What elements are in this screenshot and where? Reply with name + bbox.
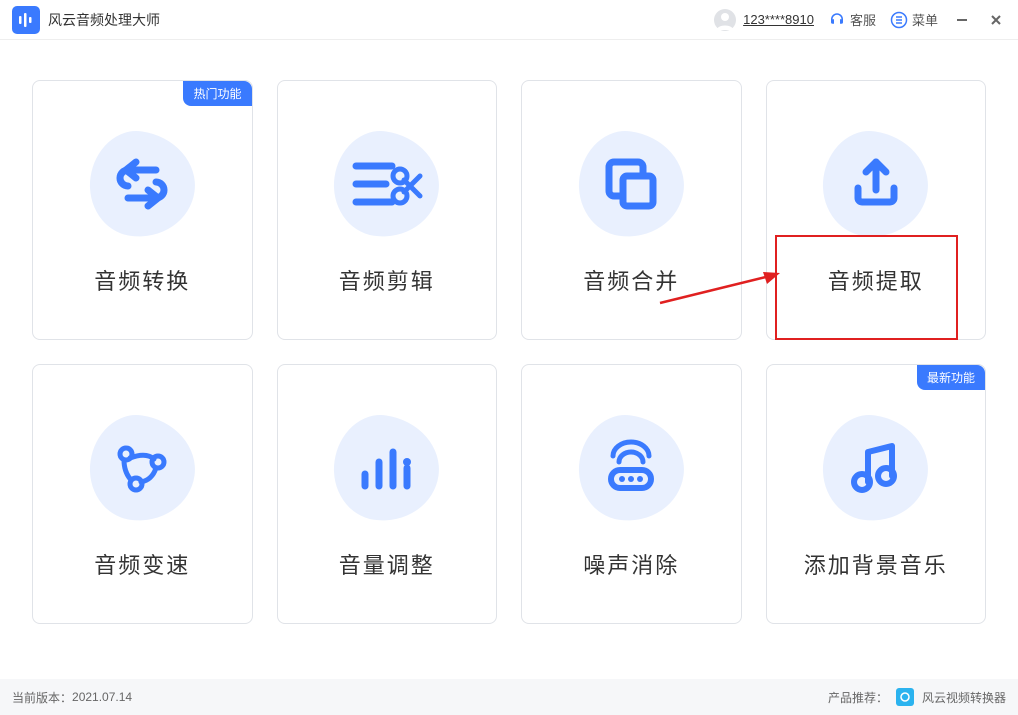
- recommend-product-icon: [896, 688, 914, 706]
- version-value: 2021.07.14: [72, 690, 132, 704]
- card-label: 音量调整: [339, 548, 435, 580]
- audio-bars-icon: [17, 11, 35, 29]
- card-label: 音频变速: [94, 548, 190, 580]
- card-label: 音频转换: [94, 264, 190, 296]
- merge-icon: [595, 148, 667, 220]
- badge-new: 最新功能: [917, 365, 985, 390]
- footer-bar: 当前版本： 2021.07.14 产品推荐： 风云视频转换器: [0, 679, 1018, 715]
- user-id[interactable]: 123****8910: [743, 12, 814, 27]
- feature-grid: 热门功能 音频转换: [32, 80, 986, 624]
- noise-icon: [595, 432, 667, 504]
- badge-hot: 热门功能: [183, 81, 251, 106]
- menu-list-icon: [890, 11, 908, 29]
- main-area: 热门功能 音频转换: [0, 40, 1018, 624]
- music-icon: [840, 432, 912, 504]
- close-button[interactable]: [986, 10, 1006, 30]
- card-label: 添加背景音乐: [804, 548, 948, 580]
- card-label: 音频合并: [583, 264, 679, 296]
- speed-icon: [106, 432, 178, 504]
- card-audio-speed[interactable]: 音频变速: [32, 364, 253, 624]
- minimize-icon: [955, 13, 969, 27]
- cut-icon: [348, 148, 426, 220]
- card-add-bgm[interactable]: 最新功能 添加背景音乐: [766, 364, 987, 624]
- recommend-product-name[interactable]: 风云视频转换器: [922, 689, 1006, 706]
- card-noise-removal[interactable]: 噪声消除: [521, 364, 742, 624]
- volume-icon: [351, 432, 423, 504]
- card-audio-convert[interactable]: 热门功能 音频转换: [32, 80, 253, 340]
- extract-icon: [840, 148, 912, 220]
- card-audio-cut[interactable]: 音频剪辑: [277, 80, 498, 340]
- recommend-label: 产品推荐：: [828, 689, 888, 706]
- user-area[interactable]: 123****8910: [713, 8, 814, 32]
- card-audio-merge[interactable]: 音频合并: [521, 80, 742, 340]
- version-label: 当前版本：: [12, 689, 72, 706]
- card-label: 噪声消除: [583, 548, 679, 580]
- title-bar: 风云音频处理大师 123****8910 客服 菜单: [0, 0, 1018, 40]
- support-button[interactable]: 客服: [828, 10, 876, 29]
- menu-button[interactable]: 菜单: [890, 10, 938, 29]
- minimize-button[interactable]: [952, 10, 972, 30]
- app-title: 风云音频处理大师: [48, 10, 160, 30]
- header-right: 123****8910 客服 菜单: [713, 8, 1006, 32]
- card-audio-extract[interactable]: 音频提取: [766, 80, 987, 340]
- convert-icon: [106, 148, 178, 220]
- card-volume-adjust[interactable]: 音量调整: [277, 364, 498, 624]
- card-label: 音频提取: [828, 264, 924, 296]
- close-icon: [989, 13, 1003, 27]
- app-logo: [12, 6, 40, 34]
- menu-label: 菜单: [912, 10, 938, 29]
- card-label: 音频剪辑: [339, 264, 435, 296]
- headset-icon: [828, 11, 846, 29]
- avatar-icon: [713, 8, 737, 32]
- support-label: 客服: [850, 10, 876, 29]
